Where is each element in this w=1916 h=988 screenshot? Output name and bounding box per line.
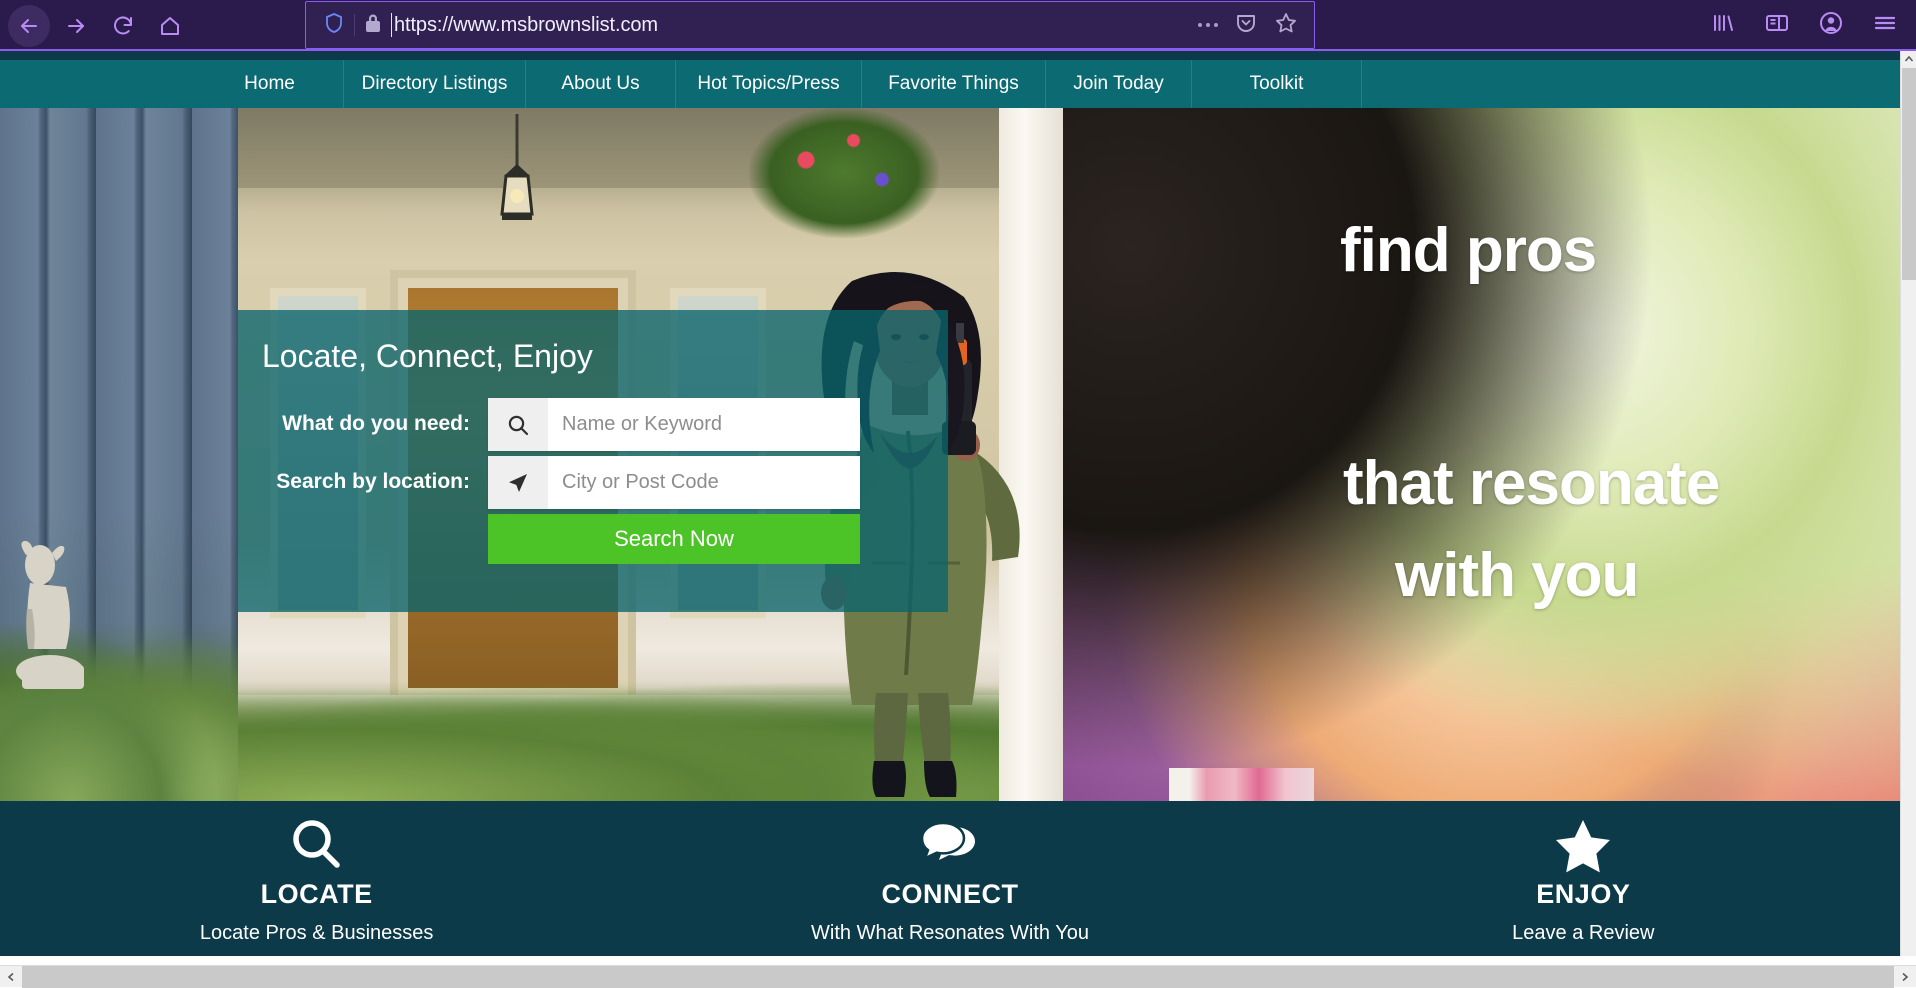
hero-search-panel: Locate, Connect, Enjoy What do you need:… [238, 310, 948, 612]
nav-item-home[interactable]: Home [196, 60, 344, 108]
hero-headline-line-3: with you [1395, 540, 1638, 611]
hero-banner: find pros that resonate with you Locate,… [0, 108, 1900, 801]
browser-toolbar-right [1710, 0, 1906, 51]
url-text[interactable]: https://www.msbrownslist.com [391, 13, 658, 37]
search-by-location-label: Search by location: [250, 470, 470, 494]
forward-button[interactable] [55, 5, 97, 47]
addressbar-actions [1198, 11, 1304, 40]
nav-item-toolkit[interactable]: Toolkit [1192, 60, 1362, 108]
feature-subtitle: With What Resonates With You [811, 922, 1089, 945]
page-actions-ellipsis-icon[interactable] [1198, 23, 1218, 27]
horizontal-scrollbar-thumb[interactable] [22, 966, 1894, 988]
account-icon[interactable] [1818, 10, 1844, 41]
site-navigation: Home Directory Listings About Us Hot Top… [0, 60, 1900, 108]
location-search-field-group[interactable] [488, 456, 860, 509]
reload-button[interactable] [102, 5, 144, 47]
porch-lantern [500, 114, 534, 264]
hero-headline-line-1: find pros [1340, 215, 1596, 286]
hanging-flower-basket [749, 108, 939, 238]
keyword-search-input[interactable] [548, 398, 860, 451]
flower-sticker-thumbnail [1169, 768, 1314, 801]
feature-subtitle: Leave a Review [1512, 922, 1654, 945]
feature-locate: LOCATE Locate Pros & Businesses [0, 801, 633, 945]
addressbar-divider [354, 14, 355, 36]
hero-image-barn-doors [0, 108, 238, 801]
search-now-button[interactable]: Search Now [488, 514, 860, 564]
viewport-bottom-gap [0, 957, 1916, 965]
scroll-left-arrow-icon[interactable] [0, 972, 22, 982]
nav-right-spacer [1362, 60, 1900, 108]
bookmark-star-icon[interactable] [1274, 11, 1298, 40]
dog-statue-decoration [6, 539, 102, 689]
location-arrow-icon [488, 456, 548, 509]
search-icon [488, 398, 548, 451]
nav-left-spacer [0, 60, 196, 108]
feature-title: LOCATE [261, 879, 373, 910]
nav-label: About Us [561, 73, 639, 95]
horizontal-scrollbar[interactable] [0, 965, 1916, 987]
page-top-strip [0, 51, 1900, 60]
shield-icon[interactable] [324, 12, 344, 39]
home-button[interactable] [149, 5, 191, 47]
library-icon[interactable] [1710, 10, 1736, 41]
sidebar-icon[interactable] [1764, 10, 1790, 41]
nav-label: Favorite Things [888, 73, 1019, 95]
feature-title: ENJOY [1536, 879, 1630, 910]
vertical-scrollbar-thumb[interactable] [1902, 68, 1916, 280]
what-do-you-need-label: What do you need: [250, 412, 470, 436]
feature-connect: CONNECT With What Resonates With You [633, 801, 1266, 945]
nav-item-join-today[interactable]: Join Today [1046, 60, 1192, 108]
browser-nav-buttons [0, 0, 191, 51]
chat-bubbles-icon [919, 817, 981, 875]
page-viewport: Home Directory Listings About Us Hot Top… [0, 51, 1900, 956]
hamburger-menu-icon[interactable] [1872, 10, 1898, 41]
address-bar[interactable]: https://www.msbrownslist.com [305, 1, 1315, 49]
back-button[interactable] [8, 5, 50, 47]
nav-label: Directory Listings [362, 73, 508, 95]
location-search-input[interactable] [548, 456, 860, 509]
search-icon [288, 817, 346, 875]
vertical-scrollbar[interactable] [1900, 51, 1916, 956]
nav-item-hot-topics-press[interactable]: Hot Topics/Press [676, 60, 862, 108]
feature-title: CONNECT [881, 879, 1018, 910]
lock-icon[interactable] [365, 13, 381, 38]
chat-bubbles-glyph [919, 817, 981, 875]
scroll-right-arrow-icon[interactable] [1894, 972, 1916, 982]
nav-label: Toolkit [1250, 73, 1304, 95]
nav-item-favorite-things[interactable]: Favorite Things [862, 60, 1046, 108]
nav-label: Hot Topics/Press [697, 73, 839, 95]
feature-subtitle: Locate Pros & Businesses [200, 922, 433, 945]
star-icon [1554, 817, 1612, 875]
browser-chrome: https://www.msbrownslist.com [0, 0, 1916, 51]
search-panel-title: Locate, Connect, Enjoy [262, 338, 593, 375]
pocket-icon[interactable] [1234, 11, 1258, 40]
nav-item-about-us[interactable]: About Us [526, 60, 676, 108]
nav-label: Join Today [1073, 73, 1164, 95]
nav-item-directory-listings[interactable]: Directory Listings [344, 60, 526, 108]
features-section: LOCATE Locate Pros & Businesses CONNECT … [0, 801, 1900, 956]
keyword-search-field-group[interactable] [488, 398, 860, 451]
nav-label: Home [244, 73, 295, 95]
scroll-up-arrow-icon[interactable] [1901, 51, 1916, 67]
hero-headline-line-2: that resonate [1343, 448, 1719, 519]
feature-enjoy: ENJOY Leave a Review [1267, 801, 1900, 945]
